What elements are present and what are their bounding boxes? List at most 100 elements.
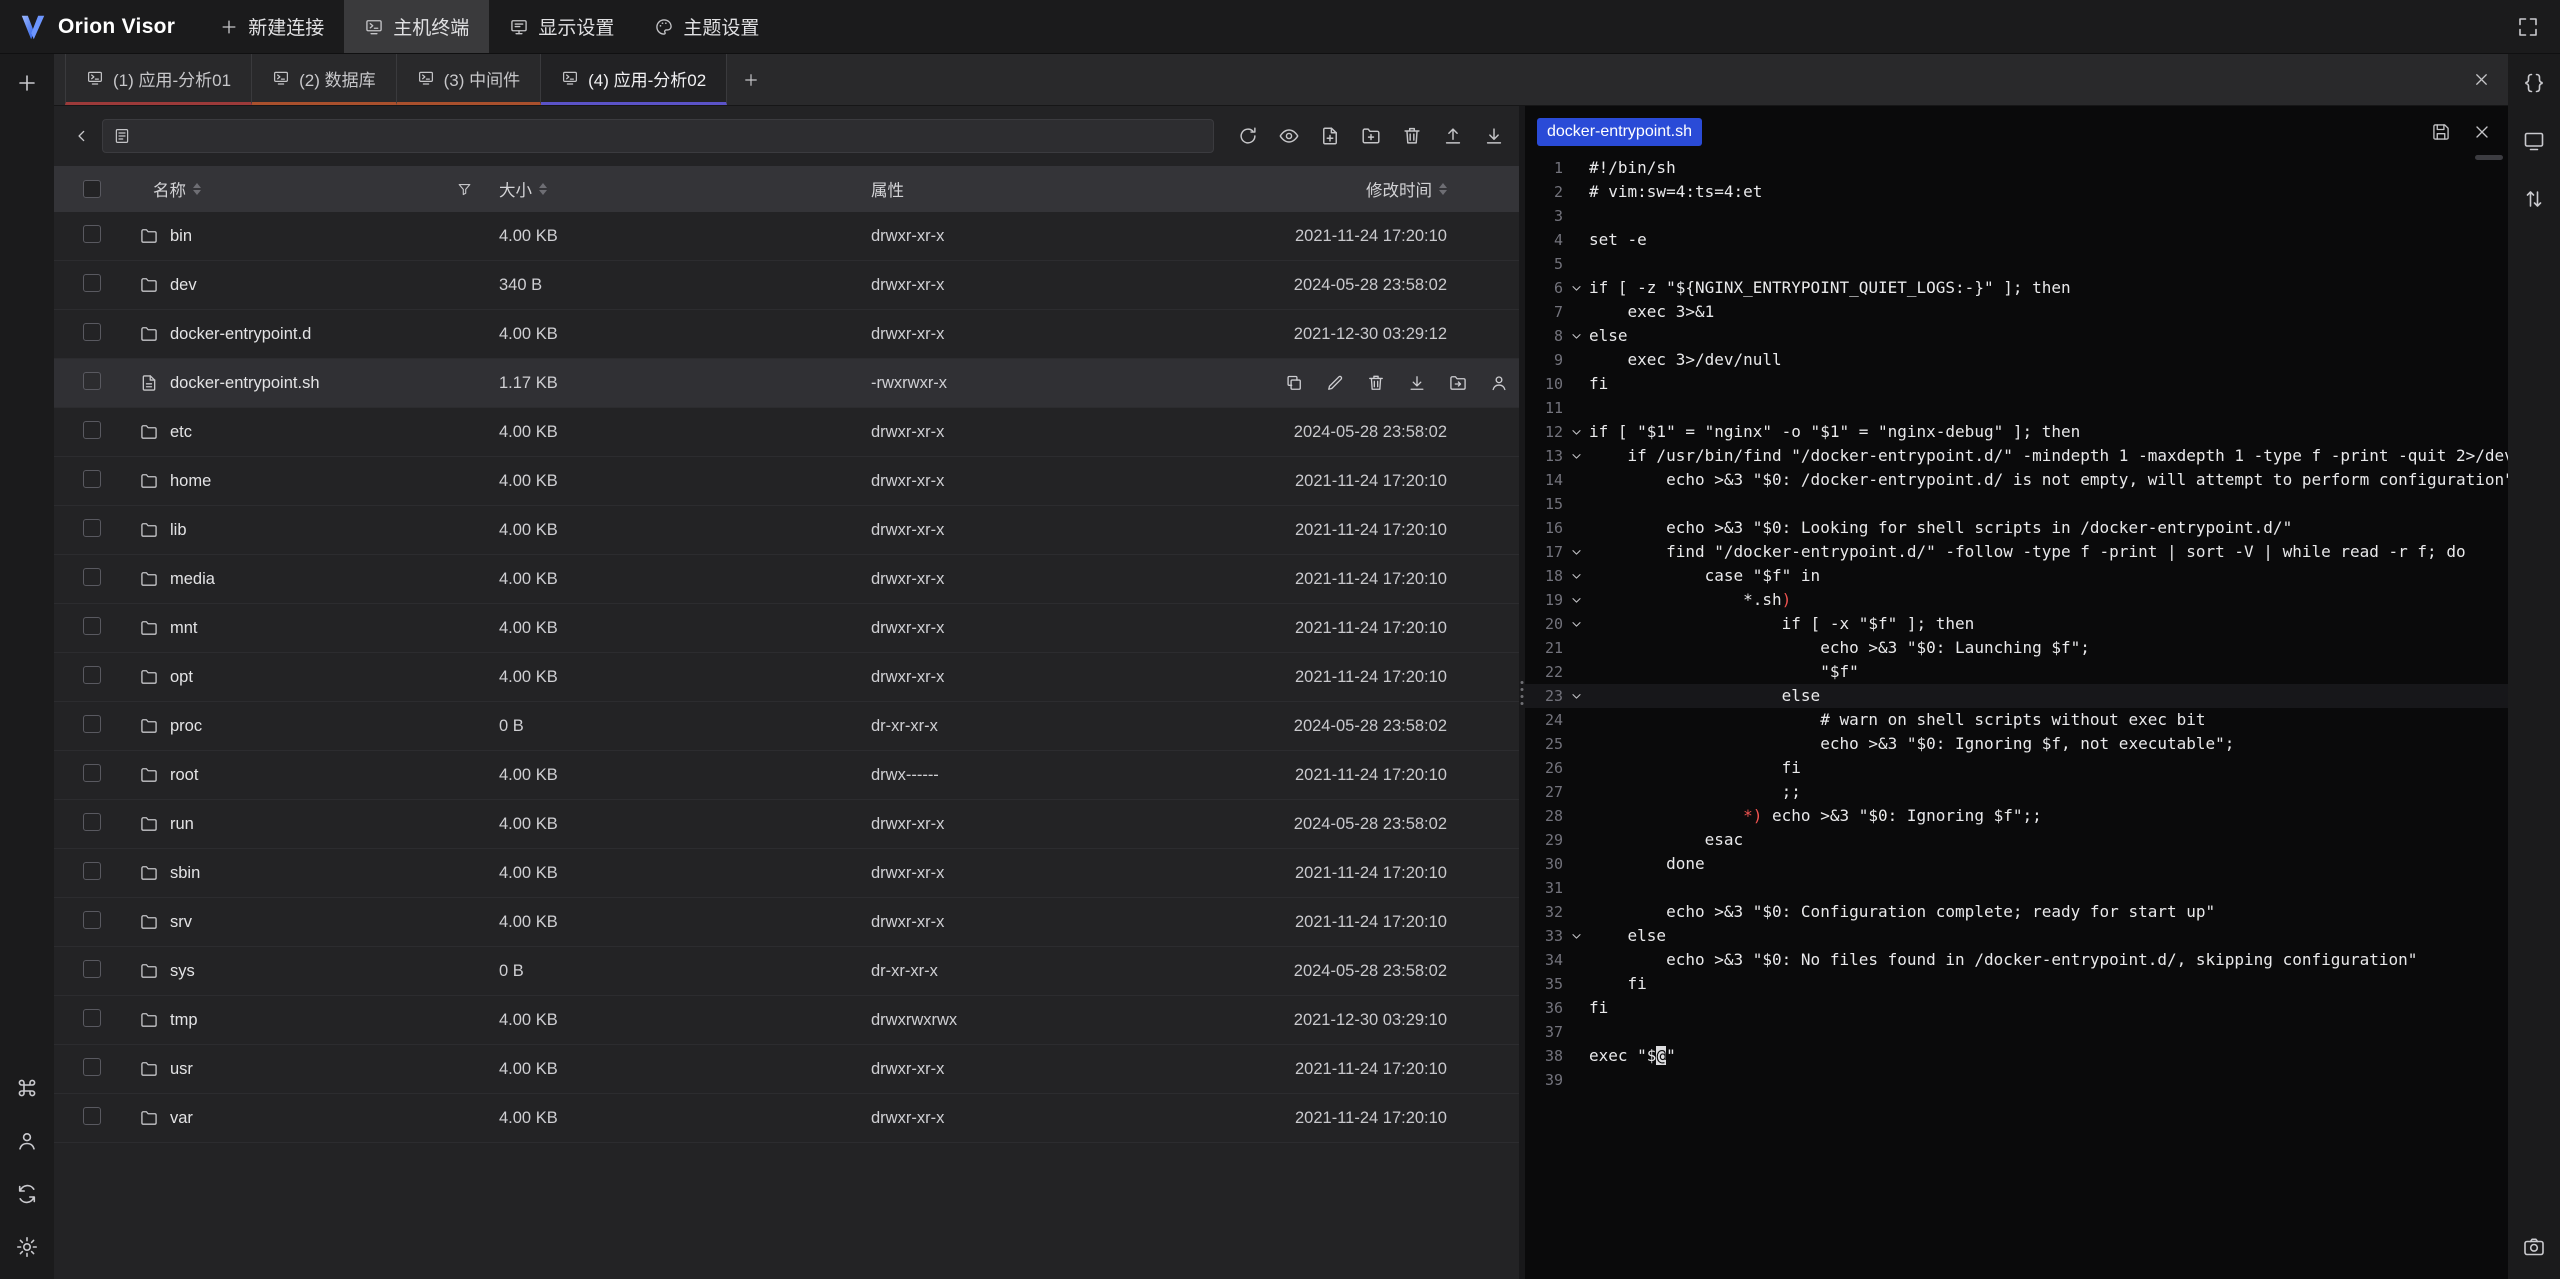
download-icon[interactable] [1407,373,1427,393]
code-line[interactable]: 15 [1525,492,2508,516]
column-header-modified[interactable]: 修改时间 [1284,177,1519,201]
file-row[interactable]: docker-entrypoint.d4.00 KBdrwxr-xr-x2021… [54,310,1519,359]
code-line[interactable]: 22 "$f" [1525,660,2508,684]
new-connection-rail-icon[interactable] [10,66,44,100]
file-name[interactable]: mnt [170,619,198,638]
user-icon[interactable] [10,1124,44,1158]
terminal-panel-icon[interactable] [2517,124,2551,158]
code-line[interactable]: 32 echo >&3 "$0: Configuration complete;… [1525,900,2508,924]
file-name[interactable]: docker-entrypoint.sh [170,374,320,393]
filter-icon[interactable] [456,181,473,198]
column-header-size[interactable]: 大小 [499,177,871,201]
code-line[interactable]: 1#!/bin/sh [1525,156,2508,180]
code-line[interactable]: 4set -e [1525,228,2508,252]
code-line[interactable]: 23 else [1525,684,2508,708]
code-line[interactable]: 28 *) echo >&3 "$0: Ignoring $f";; [1525,804,2508,828]
code-line[interactable]: 9 exec 3>/dev/null [1525,348,2508,372]
row-checkbox[interactable] [83,911,101,929]
row-checkbox[interactable] [83,617,101,635]
fold-toggle-icon[interactable] [1563,324,1589,348]
code-line[interactable]: 5 [1525,252,2508,276]
edit-icon[interactable] [1325,373,1345,393]
file-name[interactable]: tmp [170,1011,198,1030]
file-row[interactable]: sys0 Bdr-xr-xr-x2024-05-28 23:58:02 [54,947,1519,996]
row-checkbox[interactable] [83,1058,101,1076]
code-line[interactable]: 36fi [1525,996,2508,1020]
code-line[interactable]: 7 exec 3>&1 [1525,300,2508,324]
code-line[interactable]: 10fi [1525,372,2508,396]
fold-toggle-icon[interactable] [1563,444,1589,468]
fullscreen-icon[interactable] [2511,10,2545,44]
sync-icon[interactable] [10,1177,44,1211]
code-line[interactable]: 14 echo >&3 "$0: /docker-entrypoint.d/ i… [1525,468,2508,492]
fold-toggle-icon[interactable] [1563,612,1589,636]
save-icon[interactable] [2431,122,2451,142]
row-checkbox[interactable] [83,421,101,439]
row-checkbox[interactable] [83,764,101,782]
row-checkbox[interactable] [83,225,101,243]
menu-item-host-terminal[interactable]: 主机终端 [344,0,489,53]
code-editor[interactable]: 1#!/bin/sh2# vim:sw=4:ts=4:et34set -e56i… [1525,152,2508,1279]
row-checkbox[interactable] [83,1107,101,1125]
session-tab-4[interactable]: (4) 应用-分析02 [541,54,727,105]
file-name[interactable]: etc [170,423,192,442]
code-line[interactable]: 26 fi [1525,756,2508,780]
row-checkbox[interactable] [83,1009,101,1027]
file-name[interactable]: run [170,815,194,834]
file-name[interactable]: dev [170,276,197,295]
row-checkbox[interactable] [83,323,101,341]
fold-toggle-icon[interactable] [1563,540,1589,564]
file-name[interactable]: usr [170,1060,193,1079]
row-checkbox[interactable] [83,715,101,733]
code-line[interactable]: 25 echo >&3 "$0: Ignoring $f, not execut… [1525,732,2508,756]
file-row[interactable]: mnt4.00 KBdrwxr-xr-x2021-11-24 17:20:10 [54,604,1519,653]
row-checkbox[interactable] [83,519,101,537]
file-row[interactable]: bin4.00 KBdrwxr-xr-x2021-11-24 17:20:10 [54,212,1519,261]
show-hidden-icon[interactable] [1278,125,1300,147]
file-row[interactable]: srv4.00 KBdrwxr-xr-x2021-11-24 17:20:10 [54,898,1519,947]
file-row[interactable]: usr4.00 KBdrwxr-xr-x2021-11-24 17:20:10 [54,1045,1519,1094]
new-file-icon[interactable] [1319,125,1341,147]
session-tab-1[interactable]: (1) 应用-分析01 [65,54,252,105]
back-icon[interactable] [66,119,98,153]
file-name[interactable]: sys [170,962,195,981]
code-line[interactable]: 35 fi [1525,972,2508,996]
file-name[interactable]: root [170,766,198,785]
code-line[interactable]: 6if [ -z "${NGINX_ENTRYPOINT_QUIET_LOGS:… [1525,276,2508,300]
refresh-icon[interactable] [1237,125,1259,147]
code-line[interactable]: 33 else [1525,924,2508,948]
code-line[interactable]: 18 case "$f" in [1525,564,2508,588]
code-line[interactable]: 24 # warn on shell scripts without exec … [1525,708,2508,732]
select-all-checkbox[interactable] [83,180,101,198]
file-name[interactable]: bin [170,227,192,246]
fold-toggle-icon[interactable] [1563,420,1589,444]
file-row[interactable]: etc4.00 KBdrwxr-xr-x2024-05-28 23:58:02 [54,408,1519,457]
menu-item-theme-settings[interactable]: 主题设置 [634,0,779,53]
editor-close-icon[interactable] [2472,122,2492,142]
file-row[interactable]: opt4.00 KBdrwxr-xr-x2021-11-24 17:20:10 [54,653,1519,702]
code-line[interactable]: 12if [ "$1" = "nginx" -o "$1" = "nginx-d… [1525,420,2508,444]
sort-size-icon[interactable] [539,183,547,196]
row-checkbox[interactable] [83,372,101,390]
code-line[interactable]: 39 [1525,1068,2508,1092]
path-input[interactable] [140,127,1203,145]
file-name[interactable]: lib [170,521,187,540]
file-row[interactable]: tmp4.00 KBdrwxrwxrwx2021-12-30 03:29:10 [54,996,1519,1045]
row-checkbox[interactable] [83,862,101,880]
file-name[interactable]: home [170,472,211,491]
menu-item-display-settings[interactable]: 显示设置 [489,0,634,53]
column-header-name[interactable]: 名称 [139,177,499,201]
transfer-list-icon[interactable] [2517,182,2551,216]
path-bar[interactable] [102,119,1214,153]
permission-icon[interactable] [1489,373,1509,393]
sort-modified-icon[interactable] [1439,183,1447,196]
fold-toggle-icon[interactable] [1563,588,1589,612]
file-row[interactable]: media4.00 KBdrwxr-xr-x2021-11-24 17:20:1… [54,555,1519,604]
shortcut-keys-icon[interactable] [10,1071,44,1105]
code-line[interactable]: 21 echo >&3 "$0: Launching $f"; [1525,636,2508,660]
code-line[interactable]: 16 echo >&3 "$0: Looking for shell scrip… [1525,516,2508,540]
menu-item-new-connection[interactable]: 新建连接 [199,0,344,53]
sort-name-icon[interactable] [193,183,201,196]
session-tab-2[interactable]: (2) 数据库 [252,54,397,105]
code-line[interactable]: 38exec "$@" [1525,1044,2508,1068]
